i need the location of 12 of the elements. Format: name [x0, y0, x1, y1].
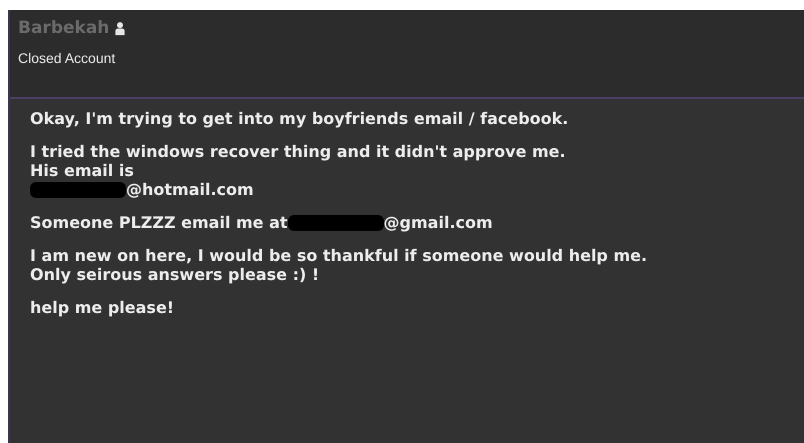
post-text: His email is: [30, 161, 134, 180]
user-icon: [115, 20, 126, 36]
post-text: I tried the windows recover thing and it didn't approve me.: [30, 142, 566, 161]
post-text: help me please!: [30, 298, 174, 317]
post-text: Okay, I'm trying to get into my boyfriends email / facebook.: [30, 109, 568, 128]
post-text: Only seirous answers please :) !: [30, 265, 320, 284]
post-text: @hotmail.com: [126, 180, 254, 199]
post-text: @gmail.com: [384, 213, 493, 232]
post-text: I am new on here, I would be so thankful if someone would help me.: [30, 246, 648, 265]
post-text: Someone PLZZZ email me at: [30, 213, 288, 232]
username[interactable]: Barbekah: [18, 18, 110, 38]
account-status: Closed Account: [18, 50, 116, 66]
